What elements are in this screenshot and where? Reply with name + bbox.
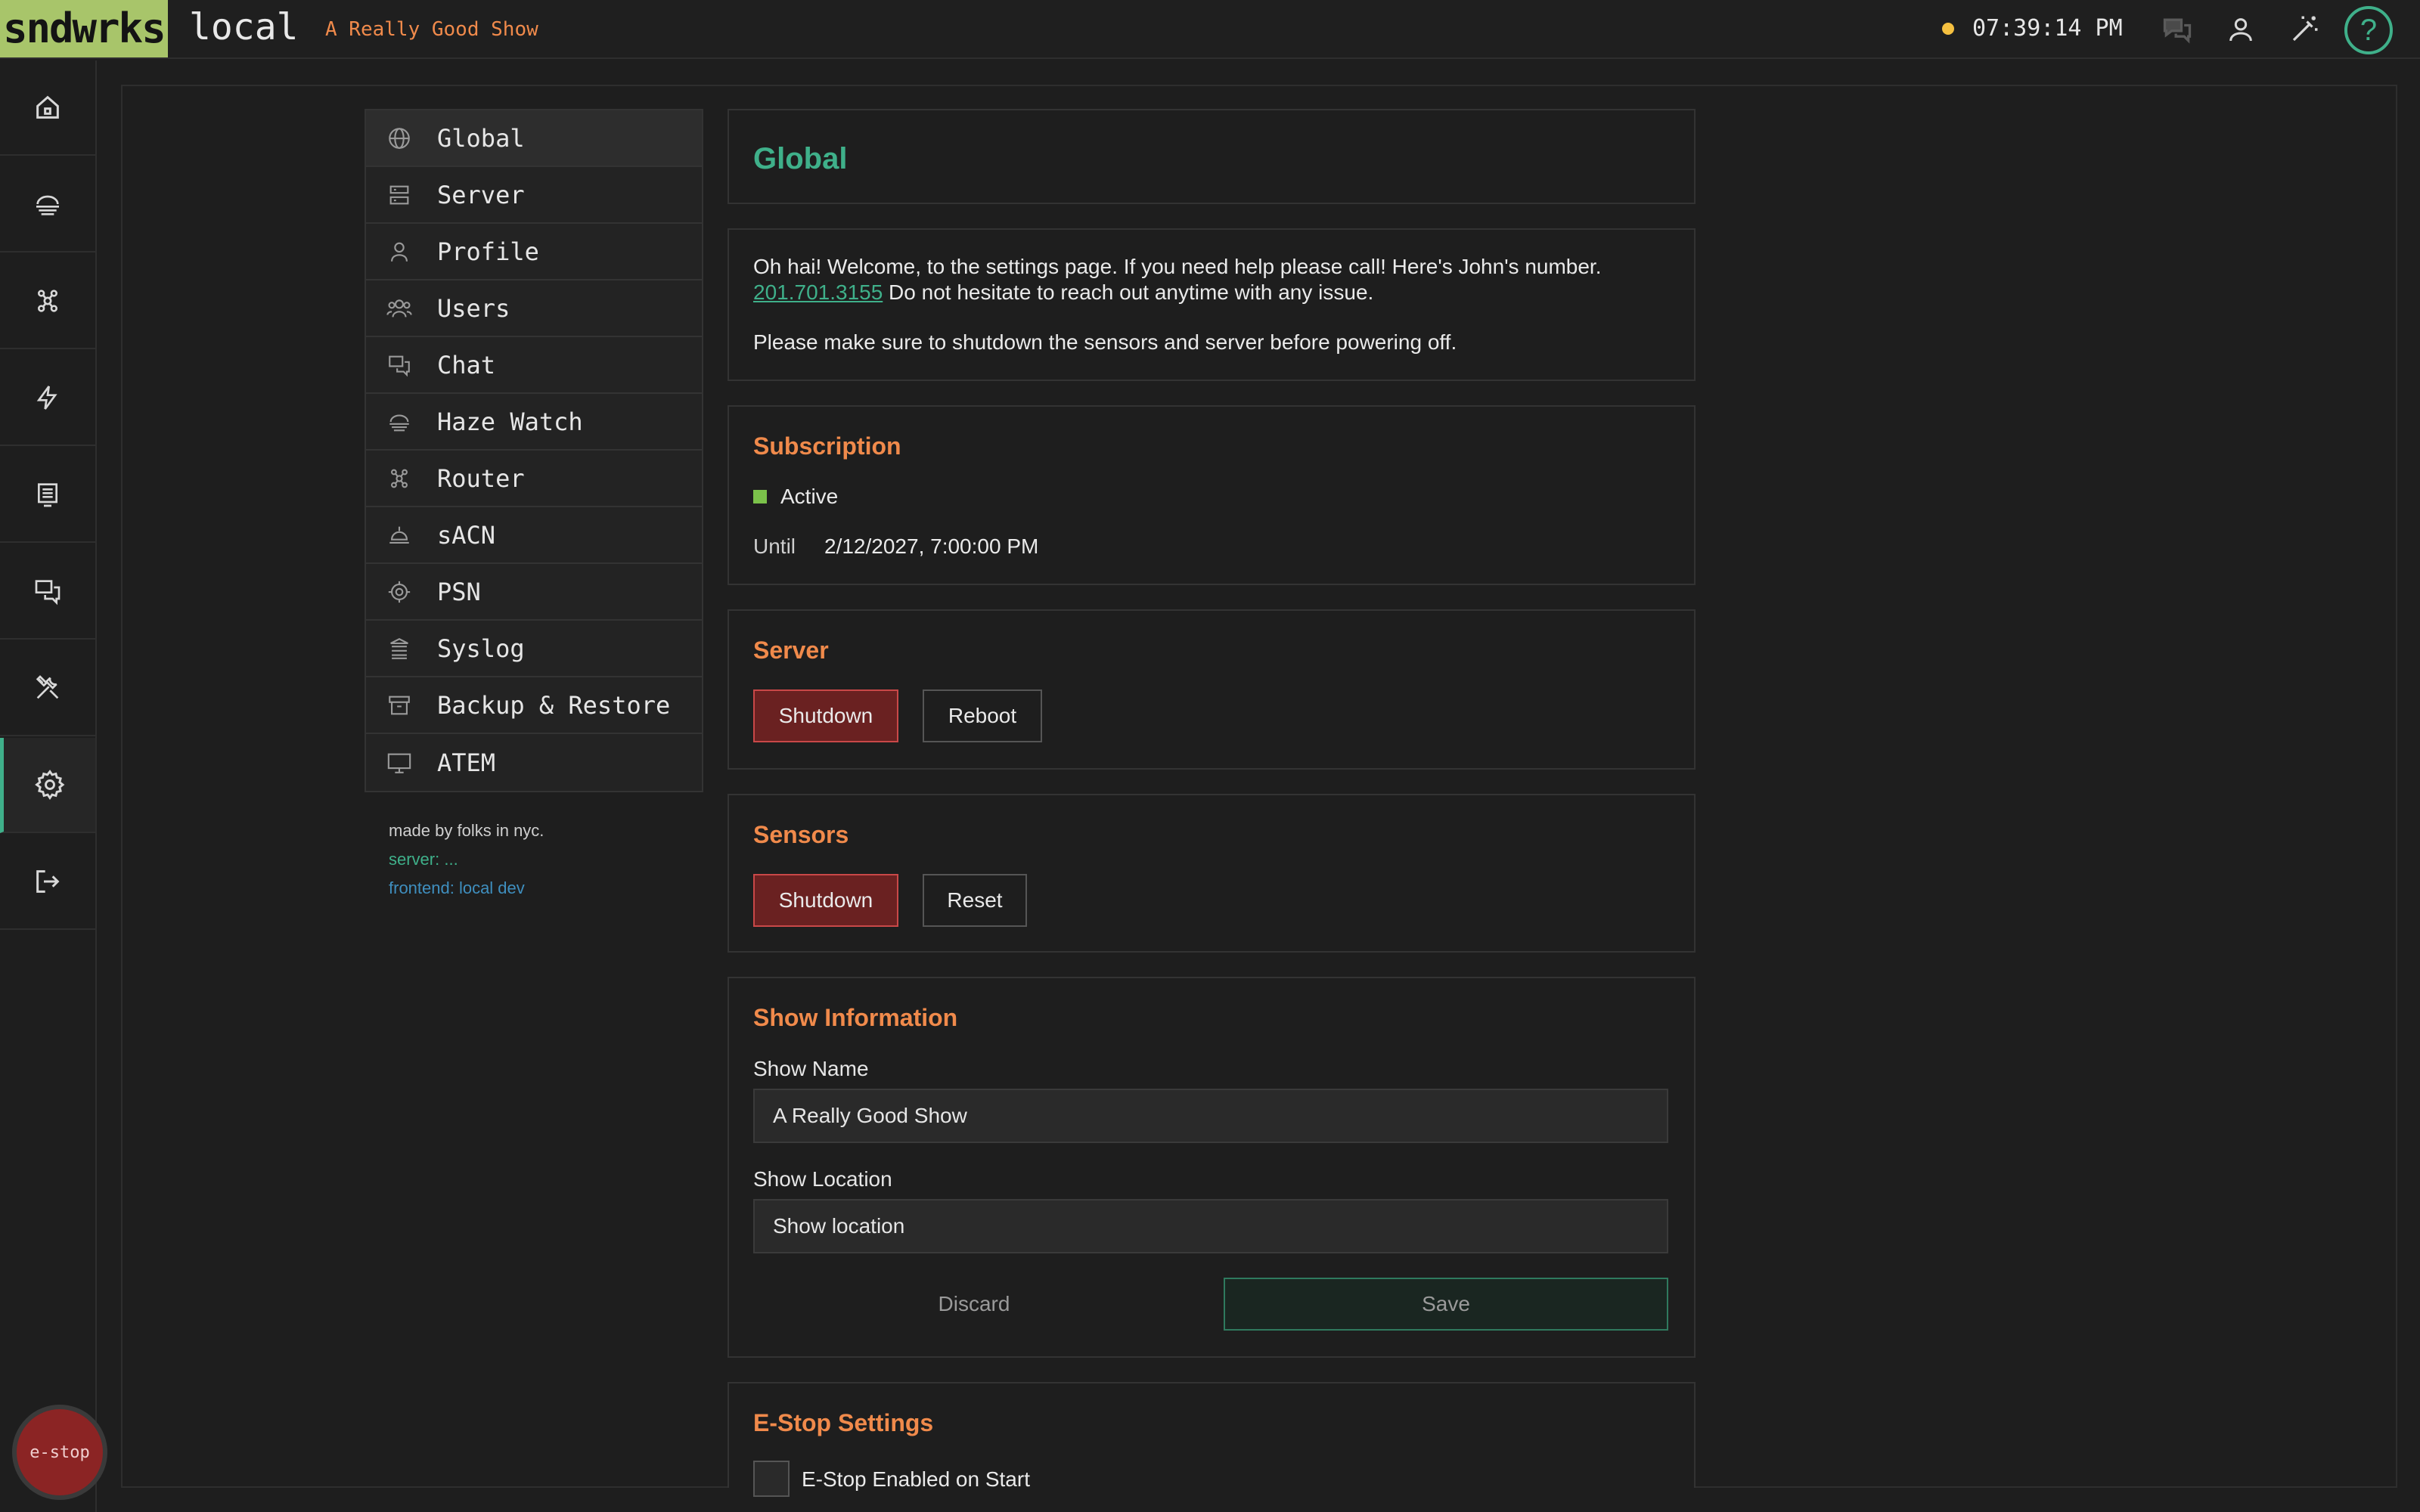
credits-server-version: server: ...: [389, 850, 458, 869]
until-label: Until: [753, 534, 796, 558]
subscription-title: Subscription: [753, 432, 901, 460]
rail-bolt-icon[interactable]: [0, 351, 95, 446]
clock: 07:39:14 PM: [1972, 15, 2123, 42]
estop-settings-panel: E-Stop Settings E-Stop Enabled on Start: [728, 1382, 1696, 1497]
credits: made by folks in nyc. server: ... fronte…: [389, 816, 544, 903]
target-icon: [384, 577, 414, 607]
globe-icon: [384, 123, 414, 153]
environment-label: local: [189, 6, 299, 48]
server-shutdown-button[interactable]: Shutdown: [753, 689, 898, 742]
page-title: Global: [753, 142, 848, 175]
settings-nav-label: ATEM: [437, 748, 496, 777]
settings-nav-label: Backup & Restore: [437, 690, 671, 720]
credits-frontend-version: frontend: local dev: [389, 878, 525, 897]
top-bar: sndwrks local A Really Good Show 07:39:1…: [0, 0, 2420, 59]
rail-haze-icon[interactable]: [0, 157, 95, 253]
settings-nav-backup-restore[interactable]: Backup & Restore: [366, 677, 702, 734]
server-reboot-button[interactable]: Reboot: [923, 689, 1042, 742]
subscription-panel: Subscription Active Until 2/12/2027, 7:0…: [728, 405, 1696, 585]
settings-nav-global[interactable]: Global: [366, 110, 702, 167]
magic-wand-icon[interactable]: [2285, 11, 2323, 48]
status-dot: [1942, 23, 1954, 35]
shutdown-note: Please make sure to shutdown the sensors…: [753, 330, 1457, 354]
rail-logout-icon[interactable]: [0, 835, 95, 930]
settings-nav-haze-watch[interactable]: Haze Watch: [366, 394, 702, 451]
archive-icon: [384, 690, 414, 720]
settings-nav-server[interactable]: Server: [366, 167, 702, 224]
status-indicator: [753, 490, 767, 503]
log-icon: [384, 634, 414, 664]
until-value: 2/12/2027, 7:00:00 PM: [824, 534, 1039, 558]
show-location-input[interactable]: [753, 1199, 1668, 1253]
sensors-reset-button[interactable]: Reset: [923, 874, 1027, 927]
welcome-panel: Oh hai! Welcome, to the settings page. I…: [728, 228, 1696, 381]
settings-nav-router[interactable]: Router: [366, 451, 702, 507]
discard-button[interactable]: Discard: [753, 1278, 1195, 1331]
settings-nav-chat[interactable]: Chat: [366, 337, 702, 394]
welcome-message: Oh hai! Welcome, to the settings page. I…: [753, 254, 1668, 305]
show-location-label: Show Location: [753, 1167, 892, 1191]
sensors-title: Sensors: [753, 821, 849, 848]
sensors-panel: Sensors Shutdown Reset: [728, 794, 1696, 953]
settings-nav-label: Global: [437, 123, 525, 153]
lamp-icon: [384, 520, 414, 550]
welcome-tail: Do not hesitate to reach out anytime wit…: [883, 280, 1374, 304]
rail-tools-icon[interactable]: [0, 641, 95, 736]
estop-enabled-label: E-Stop Enabled on Start: [802, 1467, 1030, 1491]
settings-nav: Global Server Profile Users Chat Haze Wa…: [365, 109, 703, 792]
server-panel: Server Shutdown Reboot: [728, 609, 1696, 770]
app-logo[interactable]: sndwrks: [0, 0, 168, 57]
settings-nav-label: Haze Watch: [437, 407, 583, 436]
show-info-panel: Show Information Show Name Show Location…: [728, 977, 1696, 1358]
user-icon: [384, 237, 414, 267]
users-icon: [384, 293, 414, 324]
settings-nav-profile[interactable]: Profile: [366, 224, 702, 280]
server-title: Server: [753, 637, 829, 664]
rail-home-icon[interactable]: [0, 60, 95, 156]
show-name-label: Show Name: [753, 1057, 869, 1080]
chat-icon: [384, 350, 414, 380]
global-title-panel: Global: [728, 109, 1696, 204]
settings-nav-psn[interactable]: PSN: [366, 564, 702, 621]
monitor-icon: [384, 748, 414, 778]
haze-icon: [384, 407, 414, 437]
settings-nav-label: Syslog: [437, 634, 525, 663]
settings-nav-label: Server: [437, 180, 525, 209]
phone-link[interactable]: 201.701.3155: [753, 280, 883, 304]
credits-made-by: made by folks in nyc.: [389, 821, 544, 840]
router-icon: [384, 463, 414, 494]
save-button[interactable]: Save: [1224, 1278, 1668, 1331]
welcome-text: Oh hai! Welcome, to the settings page. I…: [753, 255, 1602, 278]
settings-nav-sacn[interactable]: sACN: [366, 507, 702, 564]
settings-nav-users[interactable]: Users: [366, 280, 702, 337]
settings-nav-label: Chat: [437, 350, 496, 380]
estop-button[interactable]: e-stop: [12, 1405, 107, 1500]
server-icon: [384, 180, 414, 210]
settings-nav-label: sACN: [437, 520, 496, 550]
rail-router-icon[interactable]: [0, 254, 95, 349]
rail-gear-icon[interactable]: [0, 738, 95, 833]
estop-enabled-checkbox[interactable]: [753, 1461, 790, 1497]
chat-icon[interactable]: [2158, 11, 2196, 48]
settings-nav-syslog[interactable]: Syslog: [366, 621, 702, 677]
help-icon[interactable]: ?: [2344, 6, 2393, 54]
header-show-name: A Really Good Show: [325, 18, 538, 41]
show-info-title: Show Information: [753, 1004, 958, 1031]
settings-nav-label: PSN: [437, 577, 481, 606]
settings-nav-label: Users: [437, 293, 510, 323]
show-name-input[interactable]: [753, 1089, 1668, 1143]
settings-nav-label: Profile: [437, 237, 539, 266]
estop-settings-title: E-Stop Settings: [753, 1409, 934, 1436]
rail-chat-icon[interactable]: [0, 544, 95, 640]
subscription-status: Active: [780, 485, 839, 508]
rail-monitor-icon[interactable]: [0, 448, 95, 543]
user-icon[interactable]: [2222, 11, 2260, 48]
settings-nav-atem[interactable]: ATEM: [366, 734, 702, 791]
sensors-shutdown-button[interactable]: Shutdown: [753, 874, 898, 927]
left-rail: [0, 60, 97, 1512]
settings-nav-label: Router: [437, 463, 525, 493]
